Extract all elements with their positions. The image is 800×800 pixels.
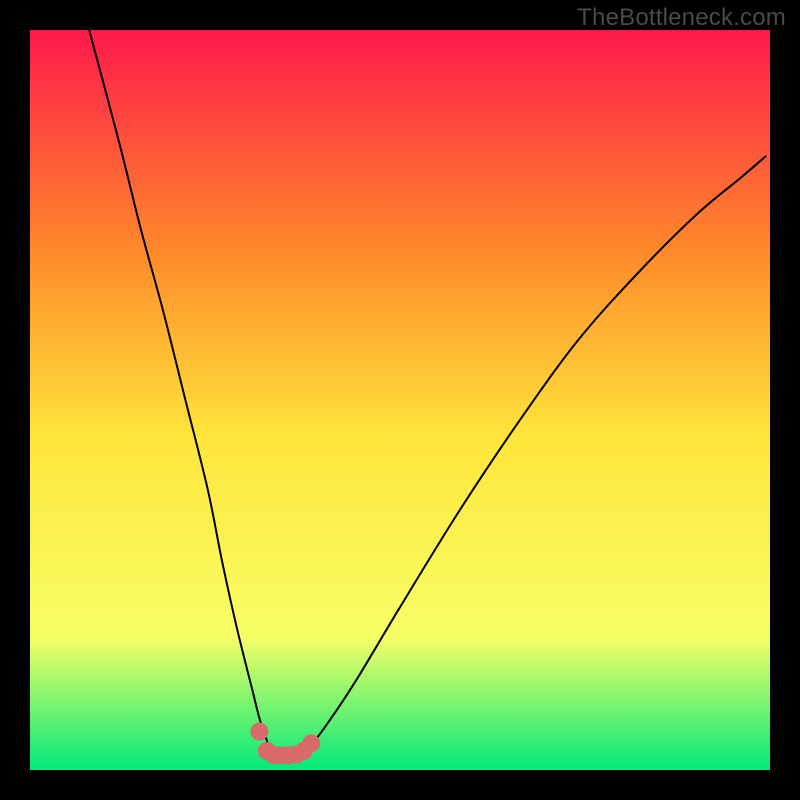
plot-background xyxy=(30,30,770,770)
watermark-text: TheBottleneck.com xyxy=(577,4,786,32)
plot-svg xyxy=(0,0,800,800)
optimal-marker xyxy=(302,734,320,752)
optimal-marker xyxy=(250,723,268,741)
chart-frame: TheBottleneck.com xyxy=(0,0,800,800)
